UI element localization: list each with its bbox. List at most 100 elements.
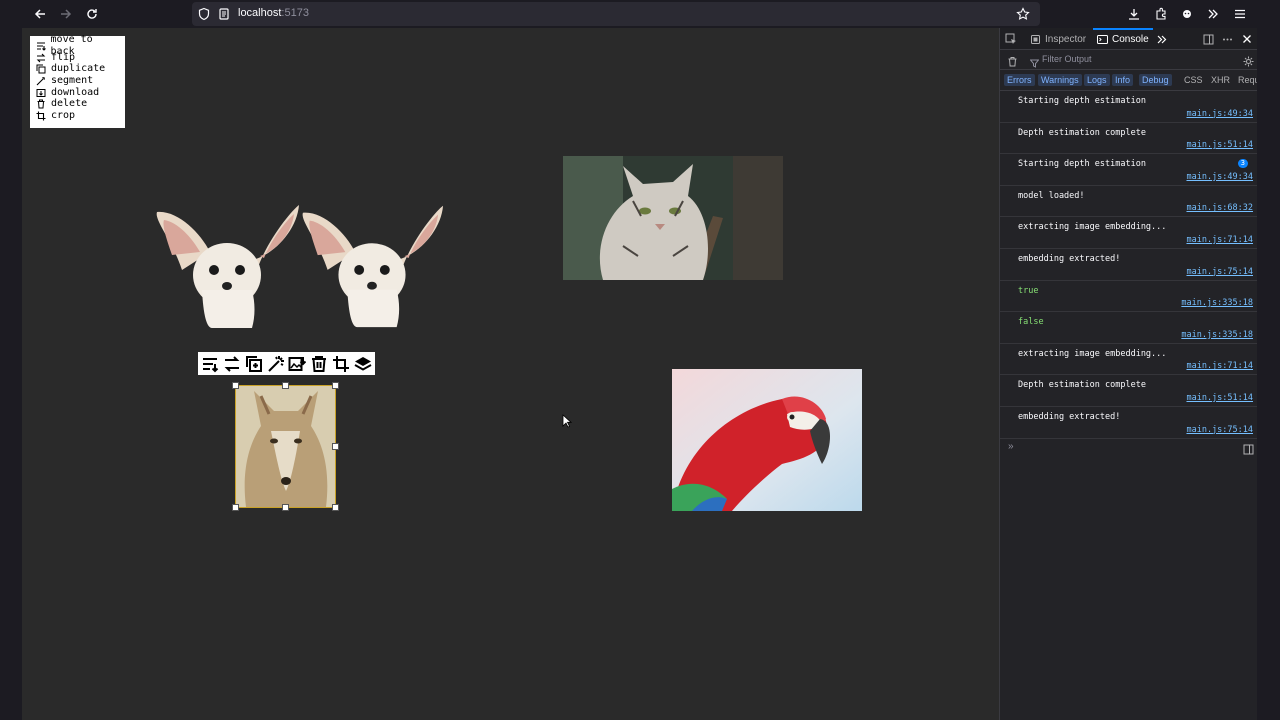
log-source-link[interactable]: main.js:71:14 <box>1186 361 1253 371</box>
resize-handle-top-left[interactable] <box>232 382 239 389</box>
menu-item-label: segment <box>51 75 94 87</box>
filter-output-input[interactable]: Filter Output <box>1042 54 1092 64</box>
menu-item-crop[interactable]: crop <box>35 110 120 122</box>
segment-wand-icon <box>35 75 47 86</box>
resize-handle-bottom-left[interactable] <box>232 504 239 511</box>
bobcat-image[interactable] <box>563 156 783 280</box>
console-log-row: extracting image embedding... main.js:71:… <box>1000 217 1258 249</box>
dock-side-icon[interactable] <box>1203 28 1214 50</box>
close-devtools-icon[interactable] <box>1242 28 1252 50</box>
menu-item-delete[interactable]: delete <box>35 98 120 110</box>
log-message: Depth estimation complete <box>1018 380 1146 391</box>
flip-icon <box>35 52 47 63</box>
resize-handle-bottom-right[interactable] <box>332 504 339 511</box>
log-source-link[interactable]: main.js:68:32 <box>1186 203 1253 213</box>
console-log-row: Depth estimation complete main.js:51:14 <box>1000 123 1258 155</box>
download-icon[interactable] <box>287 353 308 374</box>
selection-box[interactable] <box>235 385 336 508</box>
fennec-fox-image[interactable] <box>298 200 446 328</box>
console-log-row: Starting depth estimation 3 main.js:49:34 <box>1000 154 1258 186</box>
editor-mode-icon[interactable] <box>1243 442 1254 460</box>
log-source-link[interactable]: main.js:51:14 <box>1186 393 1253 403</box>
log-source-link[interactable]: main.js:49:34 <box>1186 172 1253 182</box>
resize-handle-right[interactable] <box>332 443 339 450</box>
url-host: localhost <box>238 7 282 19</box>
resize-handle-top[interactable] <box>282 382 289 389</box>
element-picker-icon[interactable] <box>1005 28 1017 50</box>
crop-icon <box>35 110 47 121</box>
menu-item-move-to-back[interactable]: move to back <box>35 34 120 57</box>
resize-handle-bottom[interactable] <box>282 504 289 511</box>
downloads-icon[interactable] <box>1124 4 1144 24</box>
log-source-link[interactable]: main.js:51:14 <box>1186 140 1253 150</box>
console-input[interactable]: » <box>1000 439 1258 457</box>
menu-item-label: duplicate <box>51 63 106 75</box>
move-to-back-icon[interactable] <box>200 353 221 374</box>
move-to-back-icon <box>35 40 47 51</box>
url-bar[interactable]: localhost:5173 <box>192 2 1040 26</box>
extensions-icon[interactable] <box>1151 4 1171 24</box>
filter-logs[interactable]: Logs <box>1084 74 1110 86</box>
log-source-link[interactable]: main.js:49:34 <box>1186 109 1253 119</box>
more-options-icon[interactable] <box>1222 28 1233 50</box>
menu-item-segment[interactable]: segment <box>35 75 120 87</box>
log-message: embedding extracted! <box>1018 253 1121 264</box>
chevron-more-tabs-icon[interactable] <box>1156 28 1167 50</box>
menu-item-duplicate[interactable]: duplicate <box>35 63 120 75</box>
macaw-parrot-image[interactable] <box>672 369 862 511</box>
resize-handle-top-right[interactable] <box>332 382 339 389</box>
context-menu: move to back flip duplicate segment down… <box>30 34 125 128</box>
layers-icon[interactable] <box>352 353 373 374</box>
log-source-link[interactable]: main.js:75:14 <box>1186 425 1253 435</box>
devtools-panel: Inspector Console Filter Output Errors W… <box>999 28 1260 720</box>
log-source-link[interactable]: main.js:335:18 <box>1181 298 1253 308</box>
crop-icon[interactable] <box>331 353 352 374</box>
console-log-row: true main.js:335:18 <box>1000 281 1258 313</box>
trash-icon <box>35 99 47 110</box>
chevron-overflow-icon[interactable] <box>1203 4 1223 24</box>
browser-toolbar: localhost:5173 <box>0 0 1280 28</box>
log-source-link[interactable]: main.js:71:14 <box>1186 235 1253 245</box>
fennec-fox-image[interactable] <box>152 200 302 328</box>
console-prompt-chevron-icon: » <box>1008 441 1014 452</box>
trash-icon[interactable] <box>309 353 330 374</box>
menu-item-download[interactable]: download <box>35 87 120 99</box>
window-right-edge <box>1257 28 1280 720</box>
forward-arrow-icon[interactable] <box>56 4 76 24</box>
back-arrow-icon[interactable] <box>30 4 50 24</box>
tab-inspector[interactable]: Inspector <box>1030 28 1086 50</box>
addon-icon[interactable] <box>1177 4 1197 24</box>
shield-icon[interactable] <box>194 4 214 24</box>
filter-info[interactable]: Info <box>1112 74 1134 86</box>
tab-console[interactable]: Console <box>1093 28 1153 50</box>
console-log-row: Starting depth estimation main.js:49:34 <box>1000 91 1258 123</box>
url-port: :5173 <box>281 7 309 19</box>
duplicate-icon <box>35 64 47 75</box>
menu-item-label: download <box>51 86 100 98</box>
segment-wand-icon[interactable] <box>265 353 286 374</box>
log-message: embedding extracted! <box>1018 411 1121 422</box>
filter-warnings[interactable]: Warnings <box>1038 74 1082 86</box>
console-log-list: Starting depth estimation main.js:49:34 De… <box>1000 91 1258 439</box>
page-info-icon[interactable] <box>214 4 234 24</box>
url-text[interactable]: localhost:5173 <box>238 7 309 19</box>
menu-item-label: flip <box>51 51 76 63</box>
flip-icon[interactable] <box>222 353 243 374</box>
filter-errors[interactable]: Errors <box>1004 74 1035 86</box>
duplicate-icon[interactable] <box>244 353 265 374</box>
mouse-cursor-icon <box>562 414 573 428</box>
filter-xhr[interactable]: XHR <box>1211 75 1230 85</box>
hamburger-menu-icon[interactable] <box>1230 4 1250 24</box>
reload-icon[interactable] <box>82 4 102 24</box>
log-message: Starting depth estimation <box>1018 96 1146 106</box>
log-message: model loaded! <box>1018 190 1085 201</box>
bookmark-star-icon[interactable] <box>1013 4 1033 24</box>
page-canvas[interactable]: move to back flip duplicate segment down… <box>22 28 999 720</box>
filter-css[interactable]: CSS <box>1184 75 1203 85</box>
log-source-link[interactable]: main.js:335:18 <box>1181 330 1253 340</box>
console-log-row: extracting image embedding... main.js:71:… <box>1000 344 1258 376</box>
filter-debug[interactable]: Debug <box>1139 74 1172 86</box>
log-source-link[interactable]: main.js:75:14 <box>1186 267 1253 277</box>
log-message: extracting image embedding... <box>1018 348 1167 359</box>
download-icon <box>35 87 47 98</box>
